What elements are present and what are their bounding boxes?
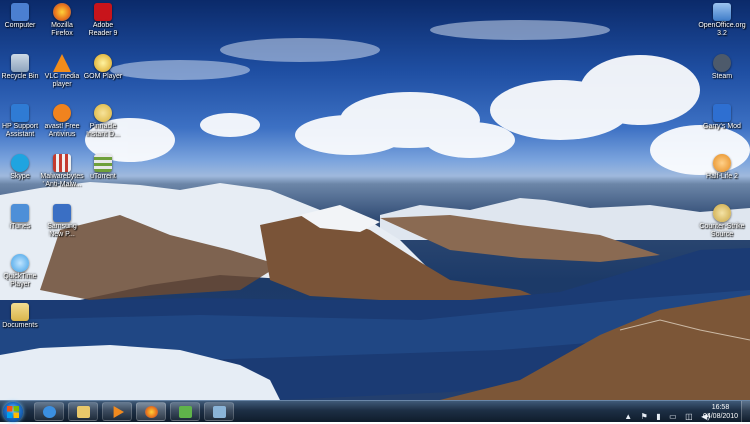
documents-icon[interactable]: Documents (0, 303, 42, 330)
utorrent-label: uTorrent (90, 173, 116, 180)
malwarebytes-label: Malwarebytes' Anti-Malw... (40, 173, 84, 188)
half-life-label: Half-Life 2 (706, 173, 738, 180)
skype-icon[interactable]: Skype (0, 154, 42, 181)
avast-icon-glyph (53, 104, 71, 122)
taskbar: ▲ ⚑ ▮ ▭ ◫ ◀) 16:58 04/08/2010 (0, 400, 750, 422)
desktop-window-icon (213, 406, 226, 418)
adobe-reader-icon-glyph (94, 3, 112, 21)
adobe-reader-icon[interactable]: Adobe Reader 9 (81, 3, 125, 38)
firefox-taskbar-button[interactable] (136, 402, 166, 421)
flag-icon[interactable]: ⚑ (641, 412, 648, 421)
quicktime-label: QuickTime Player (3, 273, 37, 288)
steam-label: Steam (711, 73, 733, 80)
firefox-icon-glyph (53, 3, 71, 21)
hp-support-icon-glyph (11, 104, 29, 122)
internet-explorer-icon (43, 406, 56, 418)
desktop: Computer Mozilla Firefox Adobe Reader 9 … (0, 0, 750, 400)
itunes-label: iTunes (9, 223, 31, 230)
media-player-icon (113, 406, 124, 418)
utorrent-icon-glyph (94, 154, 112, 172)
openoffice-label: OpenOffice.org 3.2 (698, 22, 746, 37)
openoffice-icon-glyph (713, 3, 731, 21)
skype-icon-glyph (11, 154, 29, 172)
start-button[interactable] (3, 402, 23, 422)
gom-player-icon[interactable]: GOM Player (81, 54, 125, 81)
recycle-bin-icon[interactable]: Recycle Bin (0, 54, 42, 81)
quicktime-icon-glyph (11, 254, 29, 272)
network-icon[interactable]: ◫ (685, 412, 693, 421)
network-icon (179, 406, 192, 418)
recycle-bin-icon-glyph (11, 54, 29, 72)
folder-icon (77, 406, 90, 418)
garrys-mod-label: Garry's Mod (703, 123, 741, 130)
steam-icon[interactable]: Steam (697, 54, 747, 81)
counter-strike-icon-glyph (713, 204, 731, 222)
vlc-icon[interactable]: VLC media player (40, 54, 84, 89)
show-desktop-button[interactable] (741, 401, 750, 422)
adobe-reader-label: Adobe Reader 9 (88, 22, 118, 37)
avast-label: avast! Free Antivirus (44, 123, 80, 138)
steam-icon-glyph (713, 54, 731, 72)
system-tray: ▲ ⚑ ▮ ▭ ◫ ◀) (620, 406, 710, 421)
internet-explorer-button[interactable] (34, 402, 64, 421)
clock-time: 16:58 (711, 404, 730, 411)
utorrent-icon[interactable]: uTorrent (81, 154, 125, 181)
malwarebytes-icon[interactable]: Malwarebytes' Anti-Malw... (40, 154, 84, 189)
samsung-icon[interactable]: Samsung New P... (40, 204, 84, 239)
garrys-mod-icon[interactable]: Garry's Mod (697, 104, 747, 131)
firefox-icon (145, 406, 158, 418)
explorer-button[interactable] (68, 402, 98, 421)
vlc-icon-glyph (53, 54, 71, 72)
folder-icon (11, 303, 29, 321)
pinnacle-label: Pinnacle Instant D... (86, 123, 120, 138)
itunes-icon-glyph (11, 204, 29, 222)
samsung-icon-glyph (53, 204, 71, 222)
avast-icon[interactable]: avast! Free Antivirus (40, 104, 84, 139)
quicktime-icon[interactable]: QuickTime Player (0, 254, 42, 289)
recycle-bin-label: Recycle Bin (1, 73, 39, 80)
counter-strike-label: Counter-Strike Source (699, 223, 745, 238)
battery-icon[interactable]: ▭ (669, 412, 677, 421)
malwarebytes-icon-glyph (53, 154, 71, 172)
documents-label: Documents (2, 322, 38, 329)
openoffice-icon[interactable]: OpenOffice.org 3.2 (697, 3, 747, 38)
firefox-label: Mozilla Firefox (51, 22, 73, 37)
gom-player-label: GOM Player (83, 73, 123, 80)
samsung-label: Samsung New P... (47, 223, 77, 238)
vlc-label: VLC media player (44, 73, 80, 88)
pinnacle-icon-glyph (94, 104, 112, 122)
half-life-icon[interactable]: Half-Life 2 (697, 154, 747, 181)
garrys-mod-icon-glyph (713, 104, 731, 122)
half-life-icon-glyph (713, 154, 731, 172)
counter-strike-icon[interactable]: Counter-Strike Source (697, 204, 747, 239)
itunes-icon[interactable]: iTunes (0, 204, 42, 231)
computer-icon[interactable]: Computer (0, 3, 42, 30)
media-player-button[interactable] (102, 402, 132, 421)
desktop-window-button[interactable] (204, 402, 234, 421)
gom-player-icon-glyph (94, 54, 112, 72)
firefox-icon[interactable]: Mozilla Firefox (40, 3, 84, 38)
hp-support-icon[interactable]: HP Support Assistant (0, 104, 42, 139)
clock-date: 04/08/2010 (702, 413, 738, 420)
hp-support-label: HP Support Assistant (1, 123, 39, 138)
show-hidden-icons-icon[interactable]: ▲ (624, 412, 632, 421)
network-button[interactable] (170, 402, 200, 421)
clock[interactable]: 16:58 04/08/2010 (703, 403, 738, 421)
skype-label: Skype (10, 173, 30, 180)
tool-icon[interactable]: ▮ (656, 412, 660, 421)
computer-icon-glyph (11, 3, 29, 21)
pinnacle-icon[interactable]: Pinnacle Instant D... (81, 104, 125, 139)
computer-label: Computer (4, 22, 36, 29)
windows-logo-icon (7, 406, 19, 418)
